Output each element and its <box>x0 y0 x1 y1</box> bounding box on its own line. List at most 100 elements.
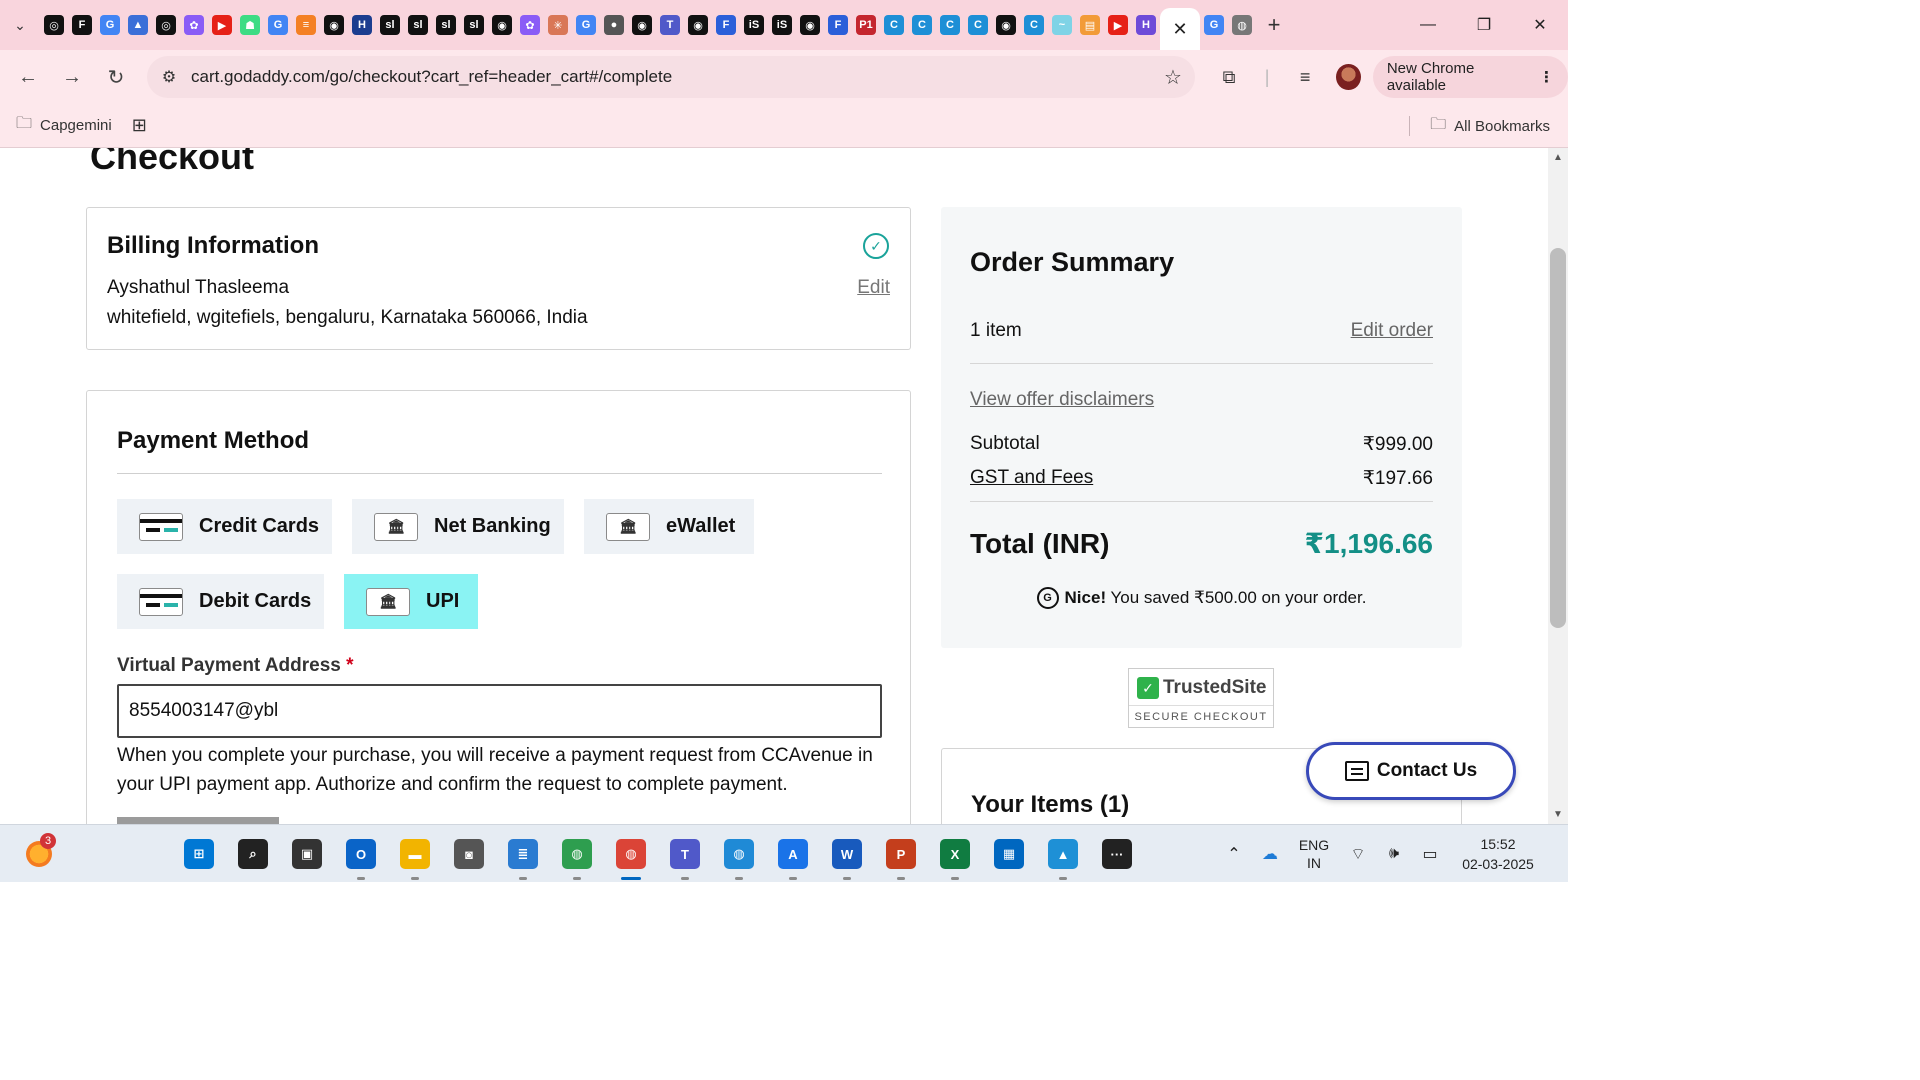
browser-tab[interactable]: ✿ <box>180 0 208 50</box>
browser-tab[interactable]: H <box>1132 0 1160 50</box>
browser-tab[interactable]: T <box>656 0 684 50</box>
browser-tab[interactable]: ◍ <box>1228 0 1256 50</box>
wifi-icon[interactable]: ⌔ <box>1340 844 1376 864</box>
trustedsite-badge[interactable]: ✓ TrustedSite SECURE CHECKOUT <box>1128 668 1274 728</box>
taskbar-app[interactable]: O <box>334 825 388 883</box>
payment-option-credit-cards[interactable]: Credit Cards <box>117 499 332 554</box>
browser-tab[interactable]: sl <box>376 0 404 50</box>
restore-icon[interactable]: ❐ <box>1456 0 1512 50</box>
forward-icon[interactable]: → <box>50 55 94 99</box>
billing-edit-link[interactable]: Edit <box>857 277 890 299</box>
browser-tab[interactable]: sl <box>432 0 460 50</box>
payment-option-net-banking[interactable]: 🏛 Net Banking <box>352 499 564 554</box>
new-chrome-available-button[interactable]: New Chrome available ⋮ <box>1372 56 1569 98</box>
tab-search-chevron-icon[interactable]: ⌄ <box>0 5 40 45</box>
browser-tab[interactable]: F <box>824 0 852 50</box>
battery-icon[interactable]: ▭ <box>1412 844 1448 864</box>
browser-tab[interactable]: ☗ <box>236 0 264 50</box>
browser-tab[interactable]: ◉ <box>320 0 348 50</box>
clock[interactable]: 15:52 02-03-2025 <box>1448 834 1568 874</box>
taskbar-app[interactable]: ··· <box>1090 825 1144 883</box>
browser-tab[interactable]: ▶ <box>1104 0 1132 50</box>
scroll-thumb[interactable] <box>1550 248 1566 628</box>
browser-tab[interactable]: P1 <box>852 0 880 50</box>
edit-order-link[interactable]: Edit order <box>1351 320 1433 342</box>
browser-tab[interactable]: ◉ <box>992 0 1020 50</box>
browser-tab[interactable]: ✿ <box>516 0 544 50</box>
all-bookmarks[interactable]: 🗀 All Bookmarks <box>1409 104 1550 148</box>
payment-option-upi[interactable]: 🏛 UPI <box>344 574 478 629</box>
view-offer-disclaimers-link[interactable]: View offer disclaimers <box>970 389 1154 411</box>
taskbar-app[interactable]: ≣ <box>496 825 550 883</box>
taskbar-app[interactable]: ◙ <box>442 825 496 883</box>
payment-option-ewallet[interactable]: 🏛 eWallet <box>584 499 754 554</box>
browser-tab[interactable]: ◉ <box>488 0 516 50</box>
language-indicator[interactable]: ENG IN <box>1288 836 1340 872</box>
browser-tab[interactable]: ▶ <box>208 0 236 50</box>
extensions-icon[interactable]: ⧉ <box>1210 67 1248 88</box>
browser-tab[interactable]: iS <box>740 0 768 50</box>
browser-tab[interactable]: G <box>96 0 124 50</box>
url-text[interactable]: cart.godaddy.com/go/checkout?cart_ref=he… <box>191 67 1151 87</box>
vpa-input[interactable] <box>117 684 882 738</box>
browser-tab[interactable]: ✳ <box>544 0 572 50</box>
back-icon[interactable]: ← <box>6 55 50 99</box>
browser-tab[interactable]: ≡ <box>292 0 320 50</box>
site-info-icon[interactable]: ⚙ <box>147 67 191 87</box>
taskbar-app[interactable]: ◍ <box>604 825 658 883</box>
active-tab[interactable]: ✕ <box>1160 8 1200 50</box>
address-bar[interactable]: ⚙ cart.godaddy.com/go/checkout?cart_ref=… <box>147 56 1195 98</box>
browser-tab[interactable]: ◉ <box>684 0 712 50</box>
browser-tab[interactable]: C <box>880 0 908 50</box>
taskbar-app[interactable]: ▲ <box>1036 825 1090 883</box>
apps-grid-icon[interactable]: ⊞ <box>132 115 147 136</box>
profile-avatar[interactable] <box>1336 64 1361 90</box>
browser-tab[interactable]: C <box>964 0 992 50</box>
browser-tab[interactable]: C <box>908 0 936 50</box>
taskbar-app[interactable]: ⌕ <box>226 825 280 883</box>
taskbar-app[interactable]: W <box>820 825 874 883</box>
browser-tab[interactable]: F <box>712 0 740 50</box>
scroll-down-icon[interactable]: ▼ <box>1548 809 1568 820</box>
taskbar-app[interactable]: ▬ <box>388 825 442 883</box>
browser-tab[interactable]: H <box>348 0 376 50</box>
browser-tab[interactable]: ◉ <box>796 0 824 50</box>
gst-and-fees-link[interactable]: GST and Fees <box>970 467 1093 490</box>
browser-tab[interactable]: iS <box>768 0 796 50</box>
new-tab-button[interactable]: + <box>1256 0 1292 50</box>
kebab-menu-icon[interactable]: ⋮ <box>1539 68 1554 86</box>
browser-tab[interactable]: ▤ <box>1076 0 1104 50</box>
taskbar-app[interactable]: X <box>928 825 982 883</box>
taskbar-app[interactable]: A <box>766 825 820 883</box>
browser-tab[interactable]: sl <box>460 0 488 50</box>
volume-icon[interactable]: 🕪 <box>1376 845 1412 863</box>
bookmark-star-icon[interactable]: ☆ <box>1151 65 1195 90</box>
taskbar-app[interactable]: T <box>658 825 712 883</box>
browser-tab[interactable]: ● <box>600 0 628 50</box>
browser-tab[interactable]: G <box>1200 0 1228 50</box>
browser-tab[interactable]: ~ <box>1048 0 1076 50</box>
close-tab-icon[interactable]: ✕ <box>1172 19 1187 40</box>
bookmark-folder-capgemini[interactable]: 🗀 Capgemini <box>16 112 112 139</box>
taskbar-app[interactable]: ◍ <box>550 825 604 883</box>
browser-tab[interactable]: sl <box>404 0 432 50</box>
browser-tab[interactable]: ◎ <box>152 0 180 50</box>
contact-us-button[interactable]: Contact Us <box>1306 742 1516 800</box>
browser-tab[interactable]: F <box>68 0 96 50</box>
browser-tab[interactable]: C <box>936 0 964 50</box>
taskbar-app[interactable]: P <box>874 825 928 883</box>
browser-tab[interactable]: ▲ <box>124 0 152 50</box>
browser-tab[interactable]: ◉ <box>628 0 656 50</box>
browser-tab[interactable]: ◎ <box>40 0 68 50</box>
minimize-icon[interactable]: — <box>1400 0 1456 50</box>
browser-tab[interactable]: G <box>572 0 600 50</box>
taskbar-app[interactable]: ⊞ <box>172 825 226 883</box>
close-window-icon[interactable]: ✕ <box>1512 0 1568 50</box>
show-hidden-icons-icon[interactable]: ⌃ <box>1216 844 1252 864</box>
reload-icon[interactable]: ↻ <box>94 55 138 99</box>
complete-purchase-button[interactable] <box>117 817 279 824</box>
media-control-icon[interactable]: ≡ <box>1286 67 1324 88</box>
browser-tab[interactable]: C <box>1020 0 1048 50</box>
onedrive-icon[interactable]: ☁ <box>1252 844 1288 864</box>
taskbar-app[interactable]: ▣ <box>280 825 334 883</box>
